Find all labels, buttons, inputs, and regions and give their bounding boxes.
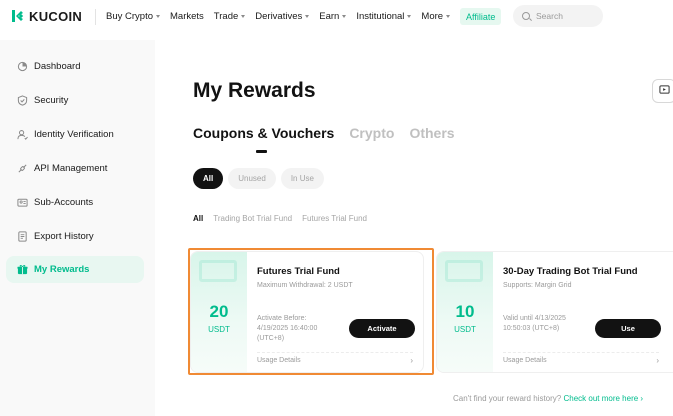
sidebar-item-api-management[interactable]: API Management (6, 155, 144, 182)
sidebar-item-label: Dashboard (34, 61, 81, 72)
type-filter-trading-bot-trial-fund[interactable]: Trading Bot Trial Fund (213, 214, 292, 223)
tab-crypto[interactable]: Crypto (349, 125, 394, 141)
top-navigation-bar: KUCOIN Buy Crypto Markets Trade Derivati… (0, 0, 673, 34)
sidebar-item-label: Export History (34, 231, 94, 242)
reward-history-note: Can't find your reward history? Check ou… (453, 394, 643, 403)
reward-subtitle: Maximum Withdrawal: 2 USDT (257, 282, 353, 289)
reward-amount: 20 (209, 302, 229, 321)
active-tab-indicator (256, 150, 267, 153)
nav-derivatives[interactable]: Derivatives (255, 11, 310, 22)
main-nav: Buy Crypto Markets Trade Derivatives Ear… (106, 11, 460, 22)
search-icon (522, 12, 530, 20)
reward-card-body: Futures Trial Fund Maximum Withdrawal: 2… (257, 252, 415, 372)
tab-others[interactable]: Others (409, 125, 454, 141)
export-icon (17, 231, 28, 242)
sidebar-item-sub-accounts[interactable]: Sub-Accounts (6, 189, 144, 216)
chevron-down-icon (407, 15, 412, 18)
sidebar-item-label: Sub-Accounts (34, 197, 94, 208)
chevron-right-icon: › (410, 356, 413, 365)
status-filter-group: All Unused In Use (193, 168, 324, 189)
brand-name: KUCOIN (29, 8, 83, 24)
sub-accounts-icon (17, 197, 28, 208)
sidebar-item-label: API Management (34, 163, 108, 174)
gift-icon (17, 264, 28, 275)
sidebar-item-dashboard[interactable]: Dashboard (6, 53, 144, 80)
usage-details-label: Usage Details (257, 357, 301, 364)
chevron-down-icon (156, 15, 160, 18)
nav-buy-crypto[interactable]: Buy Crypto (106, 11, 160, 22)
card-decoration (199, 260, 237, 282)
reward-title: Futures Trial Fund (257, 266, 340, 277)
nav-label: Trade (213, 11, 239, 22)
type-filter-all[interactable]: All (193, 214, 203, 223)
check-out-more-link[interactable]: Check out more here › (563, 394, 643, 403)
nav-label: More (421, 11, 444, 22)
type-filter-futures-trial-fund[interactable]: Futures Trial Fund (302, 214, 367, 223)
floating-action-button[interactable] (652, 79, 673, 103)
tab-coupons-vouchers[interactable]: Coupons & Vouchers (193, 125, 334, 141)
chevron-down-icon (342, 15, 347, 18)
kucoin-logo-icon (10, 8, 26, 24)
sidebar-item-export-history[interactable]: Export History (6, 223, 144, 250)
kucoin-logo[interactable]: KUCOIN (10, 8, 82, 24)
reward-deadline: Valid until 4/13/2025 10:50:03 (UTC+8) (503, 315, 566, 332)
screen-icon (658, 82, 670, 100)
reward-unit: USDT (454, 325, 476, 334)
account-sidebar: Dashboard Security Identity Verification… (0, 40, 155, 416)
reward-tabs: Coupons & Vouchers Crypto Others (193, 125, 470, 141)
affiliate-button[interactable]: Affiliate (460, 8, 502, 25)
status-filter-unused[interactable]: Unused (228, 168, 276, 189)
reward-amount-panel: 10 USDT (437, 252, 493, 372)
reward-card-trading-bot-trial-fund: 10 USDT 30-Day Trading Bot Trial Fund Su… (436, 251, 673, 373)
status-filter-all[interactable]: All (193, 168, 224, 189)
reward-unit: USDT (208, 325, 230, 334)
shield-icon (17, 95, 28, 106)
usage-details-link[interactable]: Usage Details › (257, 352, 413, 365)
reward-amount-panel: 20 USDT (191, 252, 247, 372)
identity-icon (17, 129, 28, 140)
nav-label: Markets (170, 11, 204, 22)
reward-amount: 10 (455, 302, 475, 321)
status-filter-in-use[interactable]: In Use (280, 168, 324, 189)
nav-more[interactable]: More (421, 11, 451, 22)
sidebar-item-identity-verification[interactable]: Identity Verification (6, 121, 144, 148)
activate-button[interactable]: Activate (349, 319, 415, 338)
use-button[interactable]: Use (595, 319, 661, 338)
sidebar-item-label: Security (34, 95, 69, 106)
nav-label: Buy Crypto (106, 11, 153, 22)
nav-label: Derivatives (255, 11, 303, 22)
search-placeholder: Search (536, 11, 563, 21)
chevron-down-icon (241, 15, 246, 18)
reward-subtitle: Supports: Margin Grid (503, 282, 572, 289)
nav-trade[interactable]: Trade (213, 11, 246, 22)
nav-institutional[interactable]: Institutional (356, 11, 412, 22)
sidebar-item-label: Identity Verification (34, 129, 114, 140)
reward-deadline: Activate Before: 4/19/2025 16:40:00 (UTC… (257, 315, 318, 342)
nav-markets[interactable]: Markets (170, 11, 204, 22)
sidebar-item-security[interactable]: Security (6, 87, 144, 114)
chevron-down-icon (305, 15, 310, 18)
api-icon (17, 163, 28, 174)
nav-label: Earn (319, 11, 340, 22)
chevron-down-icon (446, 15, 451, 18)
header-divider (95, 9, 96, 25)
reward-history-text: Can't find your reward history? (453, 394, 562, 403)
check-out-more-label: Check out more here (563, 394, 639, 403)
sidebar-item-label: My Rewards (34, 264, 90, 275)
page-title: My Rewards (193, 79, 316, 102)
search-input[interactable]: Search (513, 5, 603, 27)
reward-card-body: 30-Day Trading Bot Trial Fund Supports: … (503, 252, 661, 372)
dashboard-icon (17, 61, 28, 72)
reward-card-futures-trial-fund: 20 USDT Futures Trial Fund Maximum Withd… (190, 251, 424, 373)
chevron-right-icon: › (656, 356, 659, 365)
nav-earn[interactable]: Earn (319, 11, 347, 22)
card-decoration (445, 260, 483, 282)
nav-label: Institutional (356, 11, 405, 22)
reward-title: 30-Day Trading Bot Trial Fund (503, 266, 638, 277)
sidebar-item-my-rewards[interactable]: My Rewards (6, 256, 144, 283)
usage-details-link[interactable]: Usage Details › (503, 352, 659, 365)
usage-details-label: Usage Details (503, 357, 547, 364)
type-filter-group: All Trading Bot Trial Fund Futures Trial… (193, 214, 367, 223)
